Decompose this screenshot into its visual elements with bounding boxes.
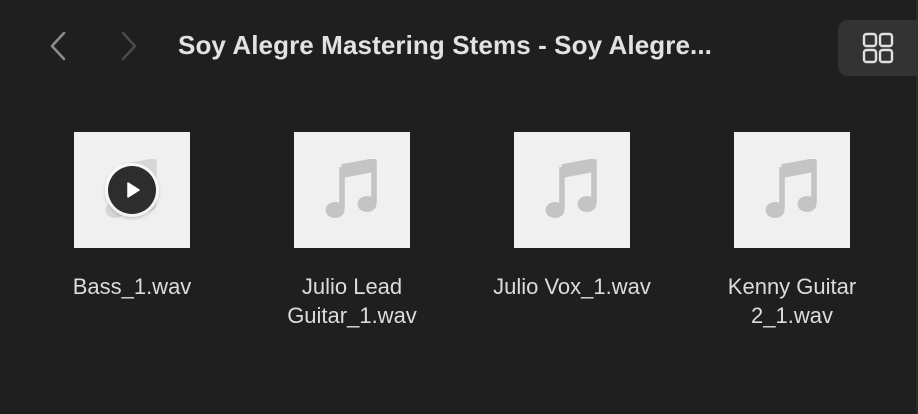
toolbar: Soy Alegre Mastering Stems - Soy Alegre.… [0,0,918,96]
chevron-right-icon [121,31,137,61]
view-mode-button[interactable] [838,20,918,76]
file-name: Julio Lead Guitar_1.wav [287,274,417,328]
back-button[interactable] [40,28,76,64]
file-item-julio-vox[interactable]: Julio Vox_1.wav [472,132,672,301]
file-thumbnail[interactable] [74,132,190,248]
chevron-left-icon [50,31,66,61]
grid-view-icon [862,32,894,64]
file-grid: Bass_1.wav Julio Lead Guitar_1.wav Julio… [0,132,918,392]
file-browser-window: Soy Alegre Mastering Stems - Soy Alegre.… [0,0,918,414]
window-title: Soy Alegre Mastering Stems - Soy Alegre.… [178,30,712,60]
file-name: Julio Vox_1.wav [493,274,651,299]
file-item-bass[interactable]: Bass_1.wav [32,132,232,301]
music-note-icon [765,159,817,218]
music-note-icon [325,159,377,218]
file-thumbnail[interactable] [294,132,410,248]
file-name: Kenny Guitar 2_1.wav [727,274,857,328]
play-icon [127,182,140,198]
file-thumbnail[interactable] [734,132,850,248]
file-thumbnail[interactable] [514,132,630,248]
forward-button[interactable] [111,28,147,64]
file-item-kenny-guitar[interactable]: Kenny Guitar 2_1.wav [692,132,892,330]
file-name: Bass_1.wav [72,274,192,299]
play-button[interactable] [108,166,156,214]
file-item-julio-lead-guitar[interactable]: Julio Lead Guitar_1.wav [252,132,452,330]
music-note-icon [545,159,597,218]
